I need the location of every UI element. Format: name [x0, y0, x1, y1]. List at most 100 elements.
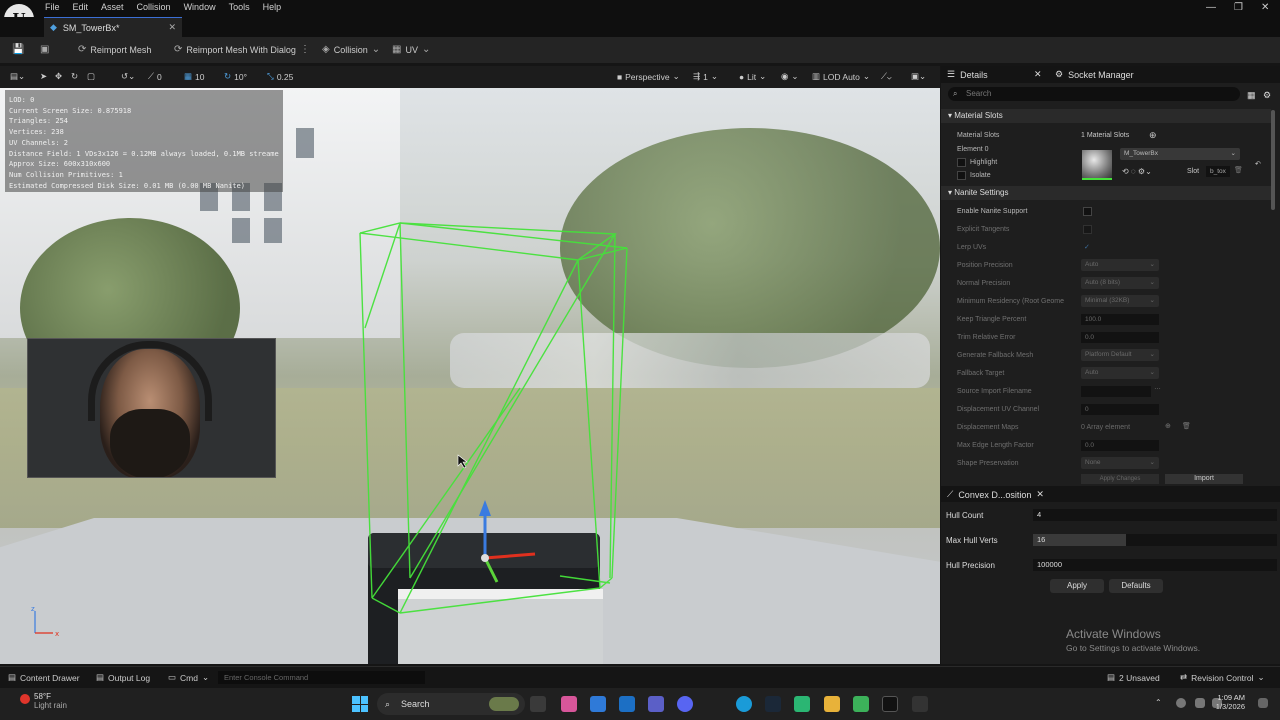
edge-icon[interactable] [736, 696, 752, 712]
search-placeholder: Search [966, 89, 992, 98]
menu-edit[interactable]: Edit [73, 2, 89, 12]
copilot-icon[interactable] [561, 696, 577, 712]
output-log-button[interactable]: ▤ Output Log [96, 672, 150, 683]
view-options-icon[interactable]: ⟋⌄ [881, 71, 892, 82]
socket-manager-tab[interactable]: ⚙ Socket Manager [1055, 69, 1134, 80]
lod-label: LOD Auto [823, 71, 860, 82]
nanite-settings-section[interactable]: ▾ Nanite Settings [941, 186, 1271, 200]
max-hull-verts-slider[interactable]: 16 [1033, 534, 1277, 546]
delete-slot-icon[interactable]: 🗑 [1234, 166, 1243, 174]
enable-nanite-checkbox[interactable] [1083, 207, 1092, 216]
minimize-icon[interactable]: — [1206, 2, 1216, 13]
steam-icon[interactable] [765, 696, 781, 712]
lod-dropdown[interactable]: ▥ LOD Auto ⌄ [812, 71, 870, 82]
menu-help[interactable]: Help [263, 2, 282, 12]
menu-tools[interactable]: Tools [229, 2, 250, 12]
taskbar-search[interactable]: ⌕ Search [377, 693, 525, 715]
file-explorer-icon[interactable] [824, 696, 840, 712]
defaults-label: Defaults [1121, 581, 1151, 590]
slot-name-field[interactable]: b_tox [1206, 166, 1230, 177]
teams-icon[interactable] [648, 696, 664, 712]
perspective-dropdown[interactable]: ■ Perspective ⌄ [617, 71, 680, 82]
browse-icon[interactable]: ▣ [40, 44, 49, 55]
windows-start-icon[interactable] [352, 696, 368, 712]
select-icon[interactable]: ➤ [40, 71, 47, 82]
add-slot-icon[interactable]: ⊕ [1149, 130, 1157, 141]
defaults-button[interactable]: Defaults [1109, 579, 1163, 593]
max-hull-verts-fill [1033, 534, 1126, 546]
menu-collision[interactable]: Collision [137, 2, 171, 12]
maximize-icon[interactable]: ❐ [1234, 2, 1243, 13]
menu-asset[interactable]: Asset [101, 2, 124, 12]
content-drawer-button[interactable]: ▤ Content Drawer [8, 672, 80, 683]
coordinate-space-icon[interactable]: ↺⌄ [121, 71, 135, 82]
details-search-input[interactable]: ⌕ Search [948, 87, 1240, 101]
terminal-taskbar-icon[interactable] [912, 696, 928, 712]
scale-icon[interactable]: ▢ [87, 71, 95, 82]
network-icon[interactable] [1195, 698, 1205, 708]
reimport-mesh-button[interactable]: ⟳ Reimport Mesh [78, 44, 151, 55]
material-thumbnail[interactable] [1082, 150, 1112, 180]
revision-control-button[interactable]: ⇄ Revision Control ⌄ [1180, 672, 1265, 683]
hull-precision-value: 100000 [1037, 560, 1063, 569]
camera-speed-dropdown[interactable]: ⇶ 1 ⌄ [693, 71, 718, 82]
lit-dropdown[interactable]: ● Lit ⌄ [739, 71, 766, 82]
app-icon[interactable] [794, 696, 810, 712]
mic-icon[interactable] [1176, 698, 1186, 708]
notification-icon[interactable] [1258, 698, 1268, 708]
lit-label: Lit [747, 71, 757, 82]
material-slots-section[interactable]: ▾ Material Slots [941, 109, 1271, 123]
isolate-checkbox[interactable] [957, 171, 966, 180]
material-actions-icon[interactable]: ⟲ ◌ ⚙⌄ [1122, 167, 1152, 176]
cmd-dropdown[interactable]: ▭ Cmd ⌄ [168, 672, 209, 683]
position-precision-label: Position Precision [957, 262, 1013, 269]
convex-decomposition-tab[interactable]: ⟋ Convex D...osition ✕ [947, 489, 1044, 500]
rotation-snap-button[interactable]: ↻ 10° [224, 71, 247, 82]
material-slots-header: Material Slots [954, 111, 1003, 120]
discord-icon[interactable] [677, 696, 693, 712]
viewport-options-icon[interactable]: ▤⌄ [10, 71, 25, 82]
reimport-dialog-button[interactable]: ⟳ Reimport Mesh With Dialog ⋮ [174, 44, 310, 55]
apply-button[interactable]: Apply [1050, 579, 1104, 593]
uv-label: UV [405, 44, 418, 55]
uv-dropdown[interactable]: ▦ UV ⌄ [392, 44, 430, 55]
material-dropdown[interactable]: M_TowerBx ⌄ [1120, 148, 1240, 160]
layout-icon[interactable]: ▣⌄ [911, 71, 926, 82]
import-button[interactable]: Import [1165, 474, 1243, 484]
more-options-icon[interactable]: ⋮ [300, 44, 310, 55]
weather-widget[interactable]: 58°F Light rain [20, 692, 67, 710]
translate-icon[interactable]: ✥ [55, 71, 62, 82]
console-command-input[interactable]: Enter Console Command [218, 671, 425, 684]
outlook-icon[interactable] [619, 696, 635, 712]
asset-tab[interactable]: ◆ SM_TowerBx* ✕ [44, 17, 182, 37]
rotate-icon[interactable]: ↻ [71, 71, 78, 82]
task-view-icon[interactable] [530, 696, 546, 712]
hull-count-field[interactable]: 4 [1033, 509, 1277, 521]
save-icon[interactable]: 💾 [12, 44, 24, 55]
grid-snap-button[interactable]: ▦ 10 [184, 71, 205, 82]
reset-icon[interactable]: ↶ [1255, 160, 1261, 168]
close-details-icon[interactable]: ✕ [1034, 69, 1042, 80]
hull-count-label: Hull Count [946, 511, 984, 520]
taskbar-clock[interactable]: 1:09 AM 1/3/2026 [1205, 693, 1245, 711]
android-icon[interactable] [853, 696, 869, 712]
show-dropdown[interactable]: ◉ ⌄ [781, 71, 799, 82]
hull-precision-field[interactable]: 100000 [1033, 559, 1277, 571]
details-scrollbar[interactable] [1271, 110, 1275, 210]
store-icon[interactable] [590, 696, 606, 712]
surface-snap-button[interactable]: ⟋ 0 [148, 71, 162, 82]
menu-file[interactable]: File [45, 2, 60, 12]
unsaved-button[interactable]: ▤ 2 Unsaved [1107, 672, 1160, 683]
scale-snap-button[interactable]: ⤡ 0.25 [267, 71, 293, 82]
details-tab[interactable]: ☰ Details [947, 69, 988, 80]
tray-chevron-icon[interactable]: ⌃ [1155, 698, 1165, 708]
unreal-taskbar-icon[interactable] [882, 696, 898, 712]
grid-view-icon[interactable]: ▦ [1247, 90, 1256, 101]
menu-window[interactable]: Window [184, 2, 216, 12]
settings-gear-icon[interactable]: ⚙ [1263, 90, 1271, 101]
close-tab-icon[interactable]: ✕ [168, 22, 176, 33]
close-window-icon[interactable]: ✕ [1261, 2, 1269, 13]
collision-dropdown[interactable]: ◈ Collision ⌄ [322, 44, 380, 55]
close-convex-icon[interactable]: ✕ [1036, 489, 1044, 500]
highlight-checkbox[interactable] [957, 158, 966, 167]
